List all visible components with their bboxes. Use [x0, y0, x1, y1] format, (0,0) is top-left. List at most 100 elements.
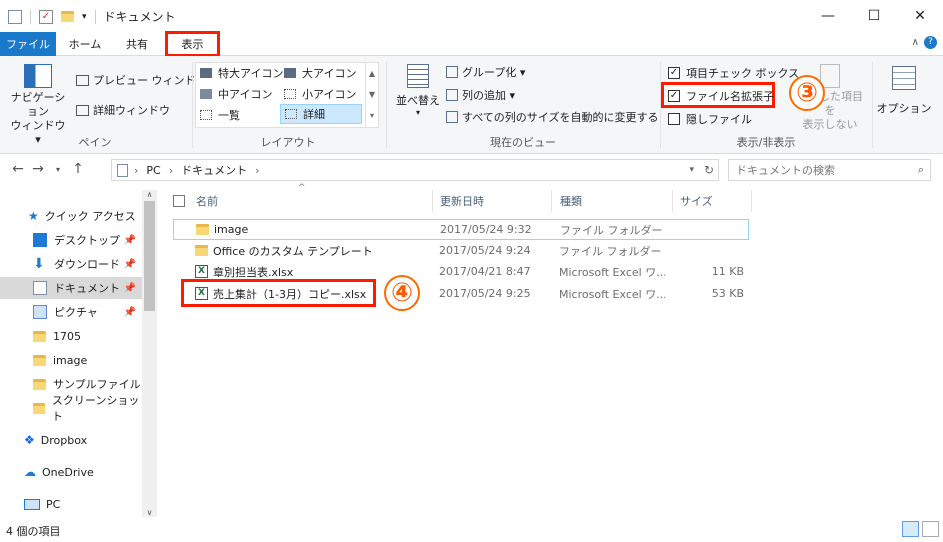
ribbon-tabs: ファイル ホーム 共有 表示 ② ∧ ? [0, 31, 943, 94]
nav-item-pictures[interactable]: ピクチャ 📌 [0, 301, 142, 323]
file-row-sales-summary[interactable]: X 売上集計（1-3月）コピー.xlsx 2017/05/24 9:25 Mic… [173, 283, 749, 304]
documents-icon [33, 281, 47, 295]
forward-icon[interactable]: → [28, 161, 48, 177]
minimize-button[interactable]: — [805, 0, 851, 32]
small-icons-icon [284, 89, 296, 99]
group-label-current-view: 現在のビュー [490, 136, 556, 149]
nav-item-desktop[interactable]: デスクトップ 📌 [0, 229, 142, 251]
hidden-files-toggle[interactable]: 隠しファイル [668, 111, 752, 127]
file-ext-checkbox[interactable]: ✓ [668, 90, 680, 102]
search-box[interactable]: ドキュメントの検索 ⌕ [728, 159, 931, 181]
maximize-button[interactable]: ☐ [851, 0, 897, 32]
recent-locations-icon[interactable]: ▾ [48, 165, 68, 174]
column-name[interactable]: 名前 [196, 190, 431, 212]
column-type[interactable]: 種類 [560, 190, 670, 212]
nav-quick-access[interactable]: ★ クイック アクセス [0, 205, 142, 227]
layout-small-icons[interactable]: 小アイコン [284, 86, 356, 102]
group-by-button[interactable]: グループ化 ▾ [446, 64, 525, 80]
folder-icon [33, 378, 46, 390]
help-icon[interactable]: ? [924, 36, 937, 49]
item-checkbox-toggle[interactable]: ✓ 項目チェック ボックス [668, 65, 799, 81]
pin-icon: 📌 [123, 234, 136, 246]
details-view-icon[interactable] [902, 521, 919, 537]
address-bar[interactable]: › PC › ドキュメント › ▾ ↻ [111, 159, 719, 181]
nav-pane-icon [24, 64, 52, 88]
group-label-layout: レイアウト [260, 136, 316, 149]
nav-item-screenshots[interactable]: スクリーンショット [0, 394, 142, 423]
new-folder-icon[interactable] [61, 11, 74, 22]
address-dropdown-icon[interactable]: ▾ [689, 165, 694, 175]
group-label-pane: ペイン [78, 136, 112, 149]
nav-item-downloads[interactable]: ⬇ ダウンロード 📌 [0, 253, 142, 275]
options-icon [892, 66, 916, 90]
folder-icon [33, 330, 46, 342]
column-size[interactable]: サイズ [680, 190, 746, 212]
status-bar: 4 個の項目 [0, 517, 943, 542]
large-icons-view-icon[interactable] [922, 521, 939, 537]
pictures-icon [33, 305, 47, 319]
file-ext-toggle[interactable]: ✓ ファイル名拡張子 [668, 88, 774, 104]
back-icon[interactable]: ← [8, 161, 28, 177]
download-icon: ⬇ [33, 256, 45, 272]
nav-item-1705[interactable]: 1705 [0, 325, 142, 347]
layout-details[interactable]: 詳細 [280, 104, 362, 124]
file-row-office-templates[interactable]: Office のカスタム テンプレート 2017/05/24 9:24 ファイル… [173, 240, 749, 261]
qa-customize-icon[interactable]: ▾ [82, 12, 87, 22]
folder-icon [33, 354, 46, 366]
layout-xlarge-icons[interactable]: 特大アイコン [200, 65, 283, 81]
nav-dropbox[interactable]: ❖ Dropbox [0, 429, 142, 451]
breadcrumb-pc[interactable]: PC [146, 164, 160, 177]
details-pane-button[interactable]: 詳細ウィンドウ [76, 102, 170, 118]
select-all-checkbox[interactable] [173, 195, 185, 207]
item-checkbox-checkbox[interactable]: ✓ [668, 67, 680, 79]
properties-icon[interactable]: ✓ [39, 9, 53, 24]
preview-pane-button[interactable]: プレビュー ウィンドウ [76, 72, 207, 88]
layout-large-icons[interactable]: 大アイコン [284, 65, 356, 81]
tab-share[interactable]: 共有 [114, 32, 160, 56]
nav-item-image[interactable]: image [0, 349, 142, 371]
layout-medium-icons[interactable]: 中アイコン [200, 86, 272, 102]
nav-pc[interactable]: PC [0, 493, 142, 515]
nav-scroll-thumb[interactable] [144, 201, 155, 311]
xlarge-icons-icon [200, 68, 212, 78]
column-date[interactable]: 更新日時 [440, 190, 548, 212]
sort-button[interactable]: 並べ替え ▾ [394, 64, 442, 117]
layout-list[interactable]: 一覧 [200, 107, 240, 123]
breadcrumb-documents[interactable]: ドキュメント [181, 162, 247, 178]
up-icon[interactable]: ↑ [68, 161, 88, 177]
file-row-image[interactable]: image 2017/05/24 9:32 ファイル フォルダー [173, 219, 749, 240]
refresh-icon[interactable]: ↻ [704, 163, 714, 177]
nav-onedrive[interactable]: ☁ OneDrive [0, 461, 142, 483]
collapse-ribbon-icon[interactable]: ∧ [912, 37, 919, 48]
star-icon: ★ [28, 209, 39, 223]
nav-pane-scrollbar[interactable]: ∧ ∨ [142, 190, 157, 517]
autofit-columns-button[interactable]: すべての列のサイズを自動的に変更する [446, 109, 658, 125]
navigation-pane: ★ クイック アクセス デスクトップ 📌 ⬇ ダウンロード 📌 ドキュメント 📌… [0, 190, 157, 517]
details-icon [285, 109, 297, 119]
tab-home[interactable]: ホーム [60, 32, 110, 56]
annotation-3: ③ [789, 75, 825, 111]
add-column-button[interactable]: 列の追加 ▾ [446, 87, 515, 103]
search-icon: ⌕ [917, 163, 924, 176]
medium-icons-icon [200, 89, 212, 99]
search-input[interactable]: ドキュメントの検索 [736, 162, 835, 178]
close-button[interactable]: ✕ [897, 0, 943, 32]
tab-file[interactable]: ファイル [0, 32, 56, 56]
excel-file-icon: X [195, 265, 208, 278]
ribbon: ナビゲーション ウィンドウ ▾ プレビュー ウィンドウ 詳細ウィンドウ ペイン … [0, 56, 943, 154]
annotation-4: ④ [384, 275, 420, 311]
options-button[interactable]: オプション [876, 66, 932, 116]
hidden-files-checkbox[interactable] [668, 113, 680, 125]
layout-gallery-scroll[interactable]: ▲ ▼ ▾ [365, 63, 378, 127]
group-label-show-hide: 表示/非表示 [736, 136, 796, 149]
pin-icon: 📌 [123, 306, 136, 318]
add-column-icon [446, 89, 458, 101]
tab-view[interactable]: 表示 [168, 34, 217, 54]
folder-icon [196, 224, 209, 235]
folder-icon [33, 402, 45, 414]
preview-pane-icon [76, 74, 89, 86]
nav-item-documents[interactable]: ドキュメント 📌 [0, 277, 142, 299]
excel-file-icon: X [195, 287, 208, 300]
large-icons-icon [284, 68, 296, 78]
pin-icon: 📌 [123, 258, 136, 270]
